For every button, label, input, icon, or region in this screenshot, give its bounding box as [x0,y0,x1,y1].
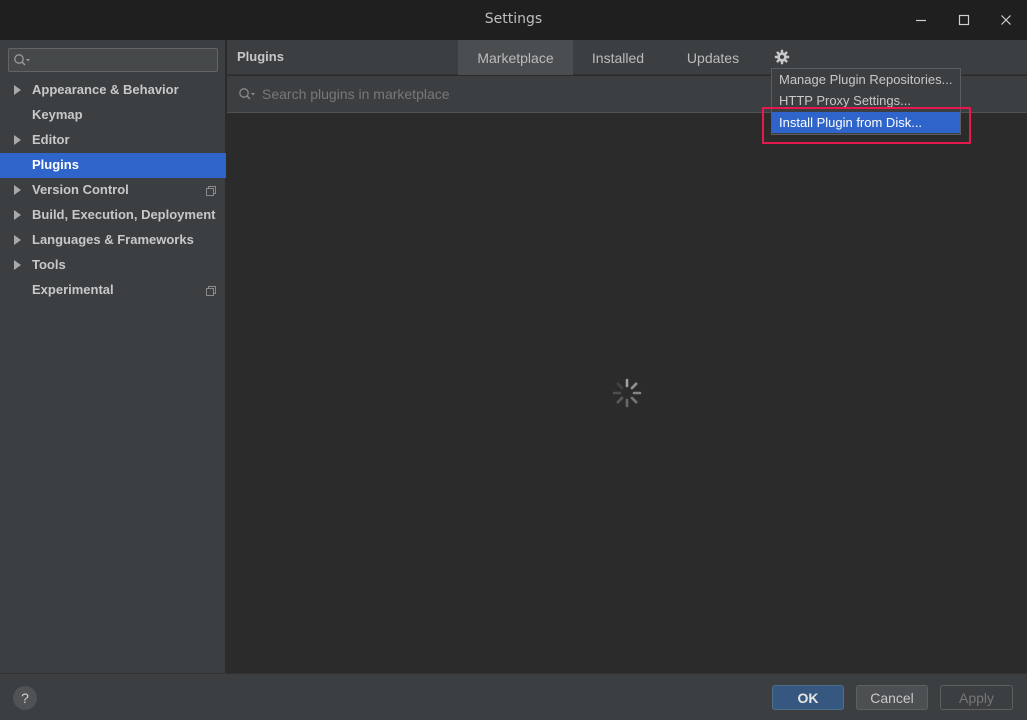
cancel-button[interactable]: Cancel [856,685,928,710]
sidebar-item-plugins[interactable]: Plugins [0,153,226,178]
close-icon [1001,15,1011,25]
expand-arrow-icon[interactable] [14,185,21,195]
close-button[interactable] [994,8,1018,32]
settings-sidebar: Appearance & Behavior Keymap Editor Plug… [0,40,226,673]
sidebar-item-label: Tools [32,257,66,272]
expand-arrow-icon[interactable] [14,235,21,245]
sidebar-item-version-control[interactable]: Version Control [0,178,226,203]
window-title: Settings [484,11,543,27]
tab-marketplace[interactable]: Marketplace [458,40,573,75]
ok-button[interactable]: OK [772,685,844,710]
sidebar-item-label: Languages & Frameworks [32,232,194,247]
menu-item-manage-plugin-repositories[interactable]: Manage Plugin Repositories... [772,69,960,90]
help-button[interactable]: ? [13,686,37,710]
expand-arrow-icon[interactable] [14,210,21,220]
project-settings-icon [206,286,216,296]
loading-spinner-icon [612,378,642,408]
plugin-search-placeholder: Search plugins in marketplace [262,86,450,102]
expand-arrow-icon[interactable] [14,260,21,270]
sidebar-item-label: Version Control [32,182,129,197]
maximize-button[interactable] [952,8,976,32]
project-settings-icon [206,186,216,196]
sidebar-item-label: Experimental [32,282,114,297]
tab-updates[interactable]: Updates [667,40,759,75]
search-icon [239,88,255,100]
sidebar-item-label: Appearance & Behavior [32,82,179,97]
annotation-highlight-box [762,107,971,144]
sidebar-item-appearance-behavior[interactable]: Appearance & Behavior [0,78,226,103]
settings-search-input[interactable] [8,48,218,72]
sidebar-item-experimental[interactable]: Experimental [0,278,226,303]
minimize-button[interactable] [909,8,933,32]
search-icon [14,54,30,66]
sidebar-item-build-execution-deployment[interactable]: Build, Execution, Deployment [0,203,226,228]
sidebar-item-label: Keymap [32,107,83,122]
expand-arrow-icon[interactable] [14,135,21,145]
sidebar-item-languages-frameworks[interactable]: Languages & Frameworks [0,228,226,253]
sidebar-item-label: Editor [32,132,70,147]
sidebar-item-label: Plugins [32,157,79,172]
gear-icon[interactable] [774,49,790,65]
dialog-footer: ? OK Cancel Apply [0,673,1027,720]
sidebar-item-tools[interactable]: Tools [0,253,226,278]
title-bar: Settings [0,0,1027,40]
help-icon: ? [21,690,29,706]
apply-button[interactable]: Apply [940,685,1013,710]
sidebar-item-label: Build, Execution, Deployment [32,207,216,222]
minimize-icon [916,19,926,22]
sidebar-item-keymap[interactable]: Keymap [0,103,226,128]
expand-arrow-icon[interactable] [14,85,21,95]
page-title: Plugins [237,49,284,64]
maximize-icon [958,14,970,26]
sidebar-item-editor[interactable]: Editor [0,128,226,153]
tab-installed[interactable]: Installed [573,40,663,75]
